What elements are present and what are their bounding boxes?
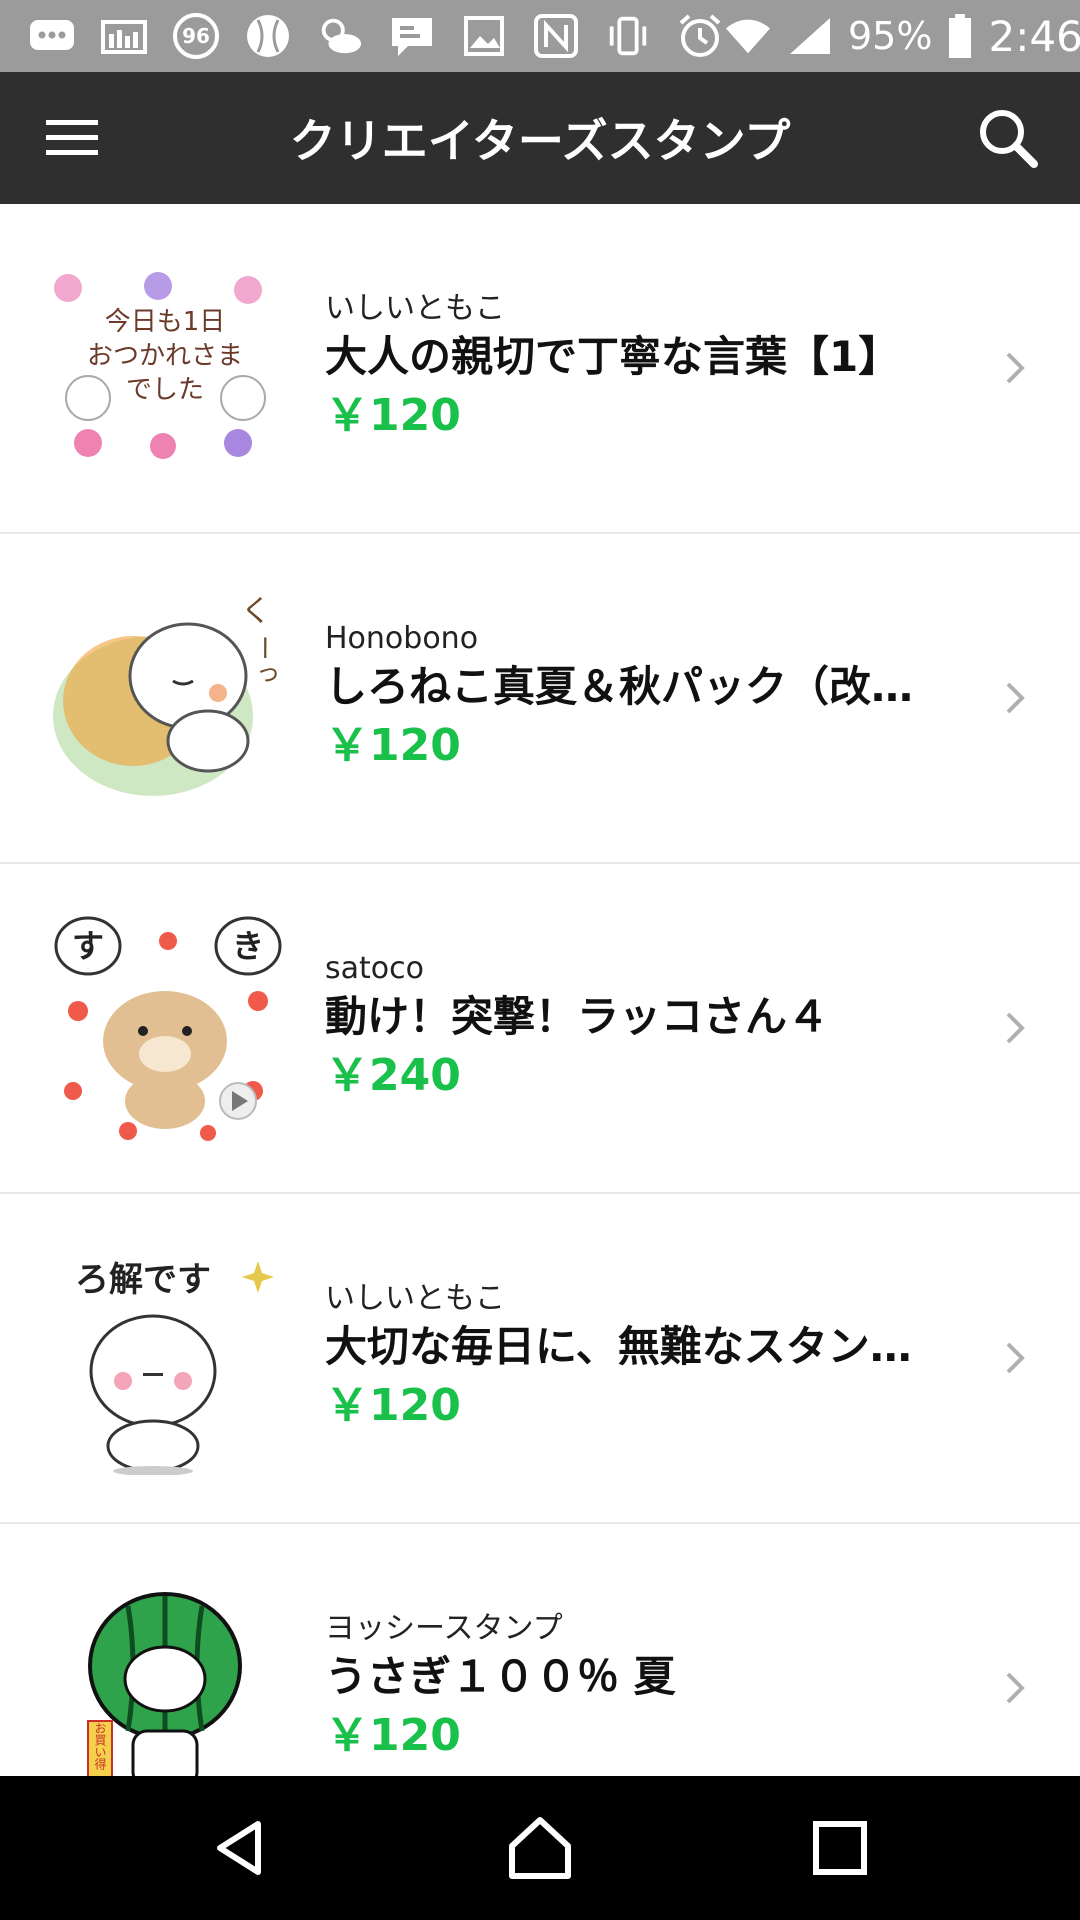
thumb-text: ろ解です [75, 1260, 211, 1300]
sticker-author: いしいともこ [325, 291, 505, 326]
sticker-info: いしいともこ 大人の親切で丁寧な言葉【1】 ￥120 [325, 289, 965, 447]
home-icon[interactable] [500, 1808, 580, 1888]
thumb-text: でした [126, 375, 204, 405]
back-icon[interactable] [200, 1808, 280, 1888]
thumb-text: お買い得 [93, 1722, 107, 1770]
sticker-title: 大人の親切で丁寧な言葉【1】 [325, 332, 901, 381]
thumb-text: おつかれさま [87, 341, 243, 371]
sticker-info: Honobono しろねこ真夏＆秋パック（改… ￥120 [325, 619, 965, 777]
sticker-info: ヨッシースタンプ うさぎ１００％ 夏 ￥120 [325, 1609, 965, 1767]
alarm-icon [676, 14, 724, 58]
hamburger-menu-icon[interactable] [42, 108, 102, 168]
clock: 2:46 [988, 11, 1080, 61]
sticker-author: Honobono [325, 621, 479, 656]
chevron-right-icon [1006, 1012, 1025, 1044]
wifi-icon [724, 14, 772, 58]
badge-96-label: 96 [182, 24, 210, 48]
sticker-author: ヨッシースタンプ [325, 1611, 563, 1646]
sticker-row[interactable]: 今日も1日 おつかれさま でした いしいともこ 大人の親切で丁寧な言葉【1】 ￥… [0, 204, 1080, 534]
chevron-right-icon [1006, 1342, 1025, 1374]
chat-icon [388, 14, 436, 58]
sticker-row[interactable]: ろ解です いしいともこ 大切な毎日に、無難なスタン… ￥120 [0, 1194, 1080, 1524]
sticker-price: ￥120 [325, 390, 461, 441]
thumb-text: ーっ [248, 635, 278, 687]
sticker-author: satoco [325, 951, 424, 986]
system-status: 95% 2:46 [724, 12, 1080, 61]
app-bar: クリエイターズスタンプ [0, 72, 1080, 204]
page-title: クリエイターズスタンプ [289, 114, 791, 168]
sticker-row[interactable]: く ーっ Honobono しろねこ真夏＆秋パック（改… ￥120 [0, 534, 1080, 864]
sticker-row[interactable]: す き satoco 動け！突撃！ラッコさん４ ￥240 [0, 864, 1080, 1194]
battery-percent: 95% [848, 14, 933, 58]
sticker-title: うさぎ１００％ 夏 [325, 1652, 676, 1701]
search-icon[interactable] [972, 102, 1044, 174]
thumb-text: く [241, 594, 271, 629]
chevron-right-icon [1006, 682, 1025, 714]
sticker-price: ￥120 [325, 1710, 461, 1761]
weather-icon [316, 14, 364, 58]
recents-icon[interactable] [800, 1808, 880, 1888]
sticker-title: 大切な毎日に、無難なスタン… [325, 1322, 912, 1371]
sticker-row[interactable]: お買い得 ヨッシースタンプ うさぎ１００％ 夏 ￥120 [0, 1524, 1080, 1776]
sticker-price: ￥120 [325, 720, 461, 771]
sticker-price: ￥240 [325, 1050, 461, 1101]
sticker-price: ￥120 [325, 1380, 461, 1431]
sticker-author: いしいともこ [325, 1281, 505, 1316]
badge-96-icon: 96 [172, 13, 220, 59]
sticker-title: 動け！突撃！ラッコさん４ [325, 992, 830, 1041]
gallery-icon [100, 14, 148, 58]
thumb-text: 今日も1日 [105, 307, 226, 337]
sticker-info: いしいともこ 大切な毎日に、無難なスタン… ￥120 [325, 1279, 965, 1437]
baseball-icon [244, 14, 292, 58]
message-icon [28, 14, 76, 58]
notification-icons: 96 [0, 13, 724, 59]
nfc-icon [532, 14, 580, 58]
image-icon [460, 14, 508, 58]
sticker-thumbnail: 今日も1日 おつかれさま でした [48, 251, 282, 485]
sticker-thumbnail: す き [48, 911, 282, 1145]
vibrate-icon [604, 14, 652, 58]
sticker-title: しろねこ真夏＆秋パック（改… [325, 662, 914, 711]
chevron-right-icon [1006, 1672, 1025, 1704]
sticker-info: satoco 動け！突撃！ラッコさん４ ￥240 [325, 949, 965, 1107]
battery-icon [946, 14, 974, 58]
sticker-thumbnail: ろ解です [48, 1241, 282, 1475]
sticker-thumbnail: く ーっ [48, 581, 282, 815]
status-bar: 96 95% 2:46 [0, 0, 1080, 72]
thumb-text: す [72, 927, 104, 965]
sticker-list[interactable]: 今日も1日 おつかれさま でした いしいともこ 大人の親切で丁寧な言葉【1】 ￥… [0, 204, 1080, 1776]
navigation-bar [0, 1776, 1080, 1920]
signal-icon [786, 14, 834, 58]
sticker-thumbnail: お買い得 [48, 1571, 282, 1776]
thumb-text: き [232, 927, 264, 965]
chevron-right-icon [1006, 352, 1025, 384]
